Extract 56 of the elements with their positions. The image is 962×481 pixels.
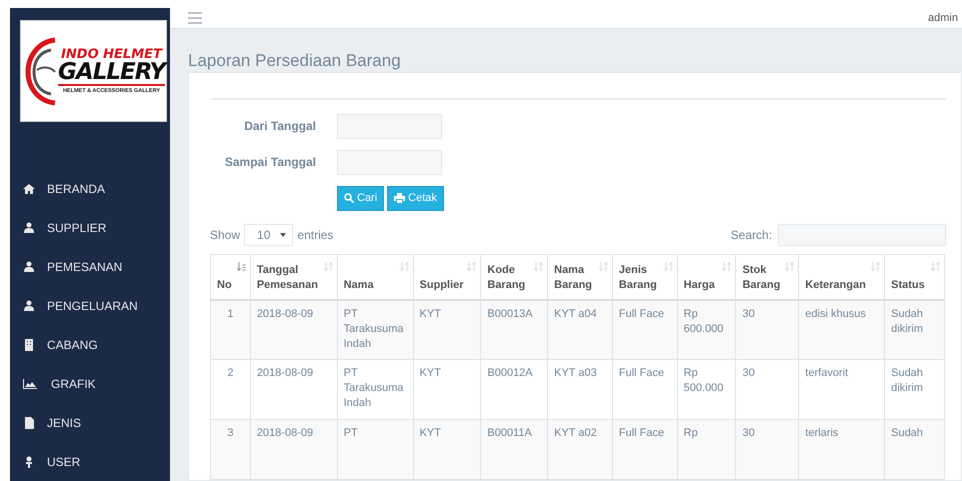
area-chart-icon	[23, 378, 39, 390]
table-cell: B00013A	[480, 300, 548, 360]
sidebar-item[interactable]: USER	[10, 442, 170, 481]
user-icon	[23, 300, 35, 312]
table-cell: Full Face	[612, 300, 678, 360]
table-cell: KYT a02	[548, 420, 612, 480]
column-header[interactable]: No	[210, 254, 250, 300]
user-icon	[23, 456, 35, 468]
table-cell: Rp	[677, 420, 736, 480]
table-cell: 30	[736, 300, 799, 360]
page-title: Laporan Persediaan Barang	[188, 51, 401, 70]
entries-dropdown[interactable]: 10	[244, 224, 294, 246]
table-cell: KYT	[413, 300, 481, 360]
date-field[interactable]	[337, 114, 442, 138]
table-cell: terlaris	[798, 420, 885, 480]
home-icon	[23, 182, 35, 194]
menu-icon[interactable]	[188, 12, 202, 24]
table-cell: Sudah dikirim	[884, 300, 944, 360]
table-cell: 2018-08-09	[250, 420, 338, 480]
logo-text: INDO HELMET	[61, 48, 162, 61]
sidebar-item[interactable]: PEMESANAN	[10, 247, 170, 286]
sidebar-item[interactable]: BERANDA	[10, 169, 170, 208]
field-label: Dari Tanggal	[243, 118, 316, 135]
sidebar-item[interactable]: PENGELUARAN	[10, 286, 170, 325]
table-cell: PT Tarakusuma Indah	[337, 300, 414, 360]
search-label: Search:	[730, 226, 772, 244]
logo-text: GALLERY	[58, 60, 165, 86]
file-icon	[23, 416, 35, 428]
table-cell: 2018-08-09	[250, 300, 338, 360]
table-cell: edisi khusus	[798, 300, 885, 360]
table-cell: Rp 600.000	[677, 300, 736, 360]
table-cell: 30	[736, 420, 799, 480]
search-icon	[344, 193, 354, 203]
user-icon	[23, 222, 35, 234]
sidebar-item[interactable]: GRAFIK	[10, 364, 170, 403]
table-cell: 1	[210, 300, 250, 360]
field-label: Sampai Tanggal	[224, 154, 316, 171]
table-cell: B00011A	[480, 420, 548, 480]
date-field[interactable]	[337, 150, 442, 174]
table-cell: Full Face	[612, 420, 678, 480]
sidebar-item[interactable]: JENIS	[10, 403, 170, 442]
table-cell: PT	[337, 420, 414, 480]
sidebar-item[interactable]: SUPPLIER	[10, 208, 170, 247]
table-cell: KYT a04	[548, 300, 612, 360]
sidebar-item[interactable]: CABANG	[10, 325, 170, 364]
caret-icon	[280, 232, 286, 236]
entries-label: entries	[297, 226, 334, 244]
table-cell: KYT	[413, 420, 481, 480]
building-icon	[23, 338, 35, 350]
user-name[interactable]: admin	[928, 10, 958, 26]
user-icon	[23, 260, 35, 272]
table-cell: 3	[210, 420, 250, 480]
table-cell: Sudah	[884, 420, 944, 480]
search-field[interactable]	[778, 224, 946, 246]
printer-icon	[394, 193, 406, 203]
show-label: Show	[210, 226, 240, 244]
